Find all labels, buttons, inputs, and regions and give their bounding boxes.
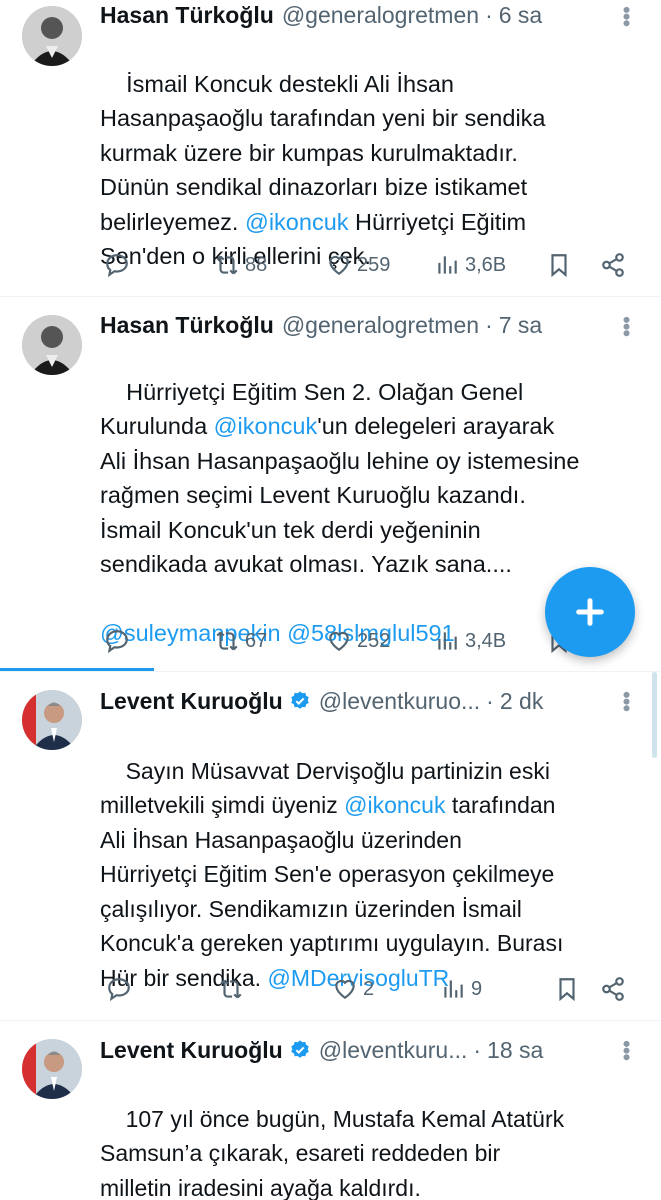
share-icon bbox=[602, 253, 624, 277]
avatar[interactable] bbox=[22, 690, 82, 750]
reply-icon bbox=[106, 630, 128, 654]
timestamp[interactable]: 7 sa bbox=[499, 312, 542, 339]
timestamp[interactable]: 18 sa bbox=[487, 1037, 543, 1064]
plus-icon bbox=[576, 598, 604, 626]
text-segment: tarafından Ali İhsan Hasanpaşaoğlu üzeri… bbox=[100, 792, 564, 991]
tweet-text: 107 yıl önce bugün, Mustafa Kemal Atatür… bbox=[100, 1067, 643, 1200]
author-handle[interactable]: @generalogretmen bbox=[282, 2, 479, 29]
heart-icon bbox=[329, 631, 349, 651]
bookmark-icon bbox=[559, 978, 575, 1002]
tweet[interactable]: Hasan Türkoğlu @generalogretmen · 6 sa •… bbox=[0, 0, 661, 296]
reply-button[interactable] bbox=[106, 972, 137, 1006]
avatar[interactable] bbox=[22, 1039, 82, 1099]
bookmark-icon bbox=[551, 254, 567, 278]
separator: · bbox=[486, 688, 494, 714]
author-name[interactable]: Hasan Türkoğlu bbox=[100, 312, 274, 339]
tweet[interactable]: Levent Kuruoğlu @leventkuru... · 18 sa •… bbox=[0, 1021, 661, 1200]
action-bar: 88 259 3,6B bbox=[100, 248, 640, 282]
avatar[interactable] bbox=[22, 315, 82, 375]
mention-link[interactable]: @ikoncuk bbox=[214, 413, 318, 439]
reply-icon bbox=[106, 254, 128, 278]
share-button[interactable] bbox=[600, 248, 626, 282]
like-button[interactable]: 2 bbox=[332, 972, 374, 1006]
retweet-button[interactable]: 88 bbox=[214, 248, 267, 282]
tweet-header: Hasan Türkoğlu @generalogretmen · 7 sa bbox=[100, 312, 621, 342]
separator: · bbox=[473, 1037, 482, 1063]
avatar[interactable] bbox=[22, 6, 82, 66]
share-icon bbox=[602, 977, 624, 1001]
view-count: 9 bbox=[471, 977, 483, 1000]
like-count: 252 bbox=[357, 629, 391, 652]
like-count: 259 bbox=[357, 253, 391, 276]
reply-button[interactable] bbox=[104, 624, 135, 658]
text-segment: 107 yıl önce bugün, Mustafa Kemal Atatür… bbox=[100, 1105, 565, 1200]
heart-icon bbox=[335, 979, 355, 999]
views-icon bbox=[438, 632, 457, 650]
tweet-header: Levent Kuruoğlu @leventkuru... · 18 sa bbox=[100, 1036, 621, 1066]
retweet-button[interactable]: 67 bbox=[214, 624, 267, 658]
retweet-button[interactable] bbox=[218, 972, 249, 1006]
verified-badge-icon bbox=[291, 691, 309, 709]
retweet-icon bbox=[216, 631, 238, 651]
views-button[interactable]: 3,6B bbox=[434, 248, 506, 282]
more-icon[interactable]: ••• bbox=[613, 6, 639, 26]
like-count: 2 bbox=[363, 977, 375, 1000]
retweet-icon bbox=[220, 979, 242, 999]
tweet-header: Levent Kuruoğlu @leventkuruo... · 2 dk bbox=[100, 687, 621, 717]
reply-icon bbox=[108, 978, 130, 1002]
share-button[interactable] bbox=[600, 972, 626, 1006]
mention-link[interactable]: @ikoncuk bbox=[245, 209, 349, 235]
bookmark-button[interactable] bbox=[546, 248, 572, 282]
separator: · bbox=[485, 2, 493, 28]
views-button[interactable]: 3,4B bbox=[434, 624, 506, 658]
more-icon[interactable]: ••• bbox=[613, 1040, 639, 1060]
views-icon bbox=[444, 980, 463, 998]
verified-badge-icon bbox=[291, 1040, 309, 1058]
bookmark-button[interactable] bbox=[554, 972, 580, 1006]
timestamp[interactable]: 6 sa bbox=[499, 2, 542, 29]
author-handle[interactable]: @leventkuru... bbox=[319, 1037, 468, 1064]
retweet-icon bbox=[216, 255, 238, 275]
tweet-header: Hasan Türkoğlu @generalogretmen · 6 sa bbox=[100, 2, 621, 32]
author-name[interactable]: Levent Kuruoğlu bbox=[100, 1037, 283, 1064]
author-name[interactable]: Hasan Türkoğlu bbox=[100, 2, 274, 29]
view-count: 3,4B bbox=[465, 629, 507, 652]
separator: · bbox=[485, 312, 493, 338]
action-bar: 2 9 bbox=[100, 972, 640, 1006]
heart-icon bbox=[329, 255, 349, 275]
retweet-count: 67 bbox=[245, 629, 268, 652]
author-name[interactable]: Levent Kuruoğlu bbox=[100, 688, 283, 715]
mention-link[interactable]: @ikoncuk bbox=[344, 792, 445, 818]
tweet[interactable]: Levent Kuruoğlu @leventkuruo... · 2 dk •… bbox=[0, 672, 661, 1020]
more-icon[interactable]: ••• bbox=[613, 691, 639, 711]
compose-button[interactable] bbox=[545, 567, 635, 657]
like-button[interactable]: 252 bbox=[326, 624, 390, 658]
retweet-count: 88 bbox=[245, 253, 268, 276]
timestamp[interactable]: 2 dk bbox=[500, 688, 543, 715]
author-handle[interactable]: @leventkuruo... bbox=[319, 688, 480, 715]
reply-button[interactable] bbox=[104, 248, 135, 282]
more-icon[interactable]: ••• bbox=[613, 316, 639, 336]
like-button[interactable]: 259 bbox=[326, 248, 390, 282]
view-count: 3,6B bbox=[465, 253, 507, 276]
views-button[interactable]: 9 bbox=[440, 972, 482, 1006]
author-handle[interactable]: @generalogretmen bbox=[282, 312, 479, 339]
views-icon bbox=[438, 256, 457, 274]
